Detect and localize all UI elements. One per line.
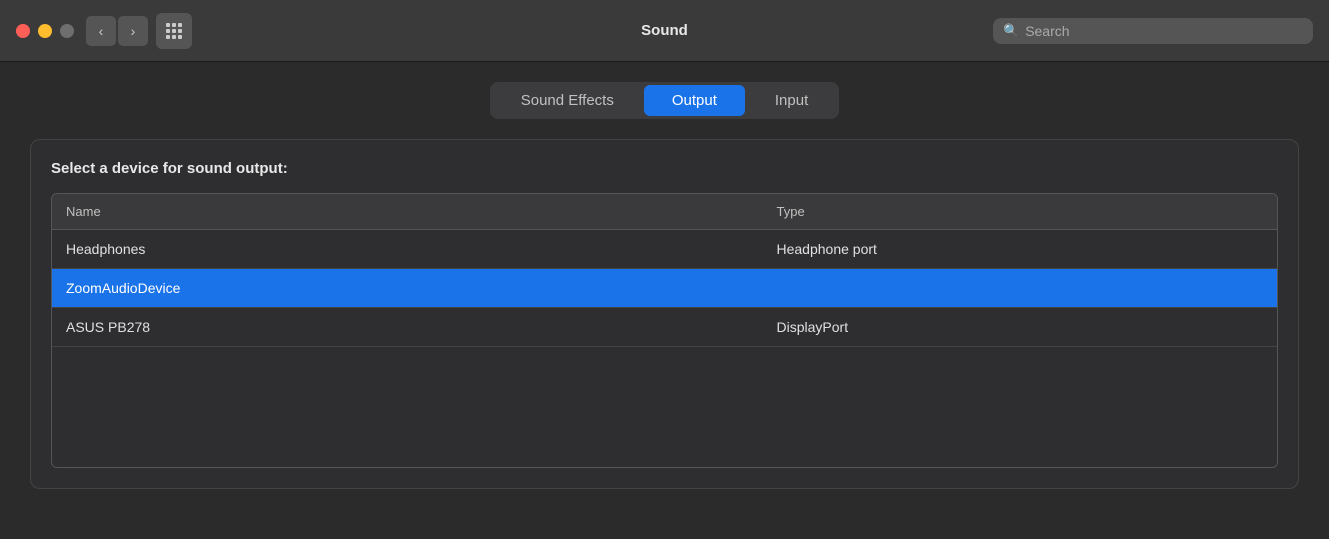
tab-sound-effects[interactable]: Sound Effects: [493, 85, 642, 116]
grid-icon: [166, 23, 182, 39]
device-name: ASUS PB278: [52, 308, 763, 346]
forward-button[interactable]: ›: [118, 16, 148, 46]
close-button[interactable]: [16, 24, 30, 38]
empty-area: [52, 347, 1277, 467]
device-type: DisplayPort: [763, 308, 1278, 346]
grid-view-button[interactable]: [156, 13, 192, 49]
titlebar: ‹ › Sound 🔍: [0, 0, 1329, 62]
device-name: Headphones: [52, 230, 763, 268]
tab-bar: Sound Effects Output Input: [30, 82, 1299, 119]
table-row[interactable]: ZoomAudioDevice: [52, 269, 1277, 308]
search-icon: 🔍: [1003, 23, 1019, 39]
minimize-button[interactable]: [38, 24, 52, 38]
search-input[interactable]: [1025, 23, 1303, 39]
device-type: [763, 269, 1278, 307]
col-header-name: Name: [52, 194, 763, 229]
tab-output[interactable]: Output: [644, 85, 745, 116]
traffic-lights: [16, 24, 74, 38]
section-title: Select a device for sound output:: [51, 160, 1278, 177]
fullscreen-button[interactable]: [60, 24, 74, 38]
search-bar: 🔍: [993, 18, 1313, 44]
back-button[interactable]: ‹: [86, 16, 116, 46]
device-table: Name Type Headphones Headphone port Zoom…: [51, 193, 1278, 468]
tabs-container: Sound Effects Output Input: [490, 82, 840, 119]
window-title: Sound: [641, 22, 688, 39]
device-name: ZoomAudioDevice: [52, 269, 763, 307]
tab-input[interactable]: Input: [747, 85, 836, 116]
nav-buttons: ‹ ›: [86, 16, 148, 46]
table-row[interactable]: Headphones Headphone port: [52, 230, 1277, 269]
main-content: Sound Effects Output Input Select a devi…: [0, 62, 1329, 509]
device-type: Headphone port: [763, 230, 1278, 268]
content-panel: Select a device for sound output: Name T…: [30, 139, 1299, 489]
table-header: Name Type: [52, 194, 1277, 230]
table-row[interactable]: ASUS PB278 DisplayPort: [52, 308, 1277, 347]
col-header-type: Type: [763, 194, 1278, 229]
